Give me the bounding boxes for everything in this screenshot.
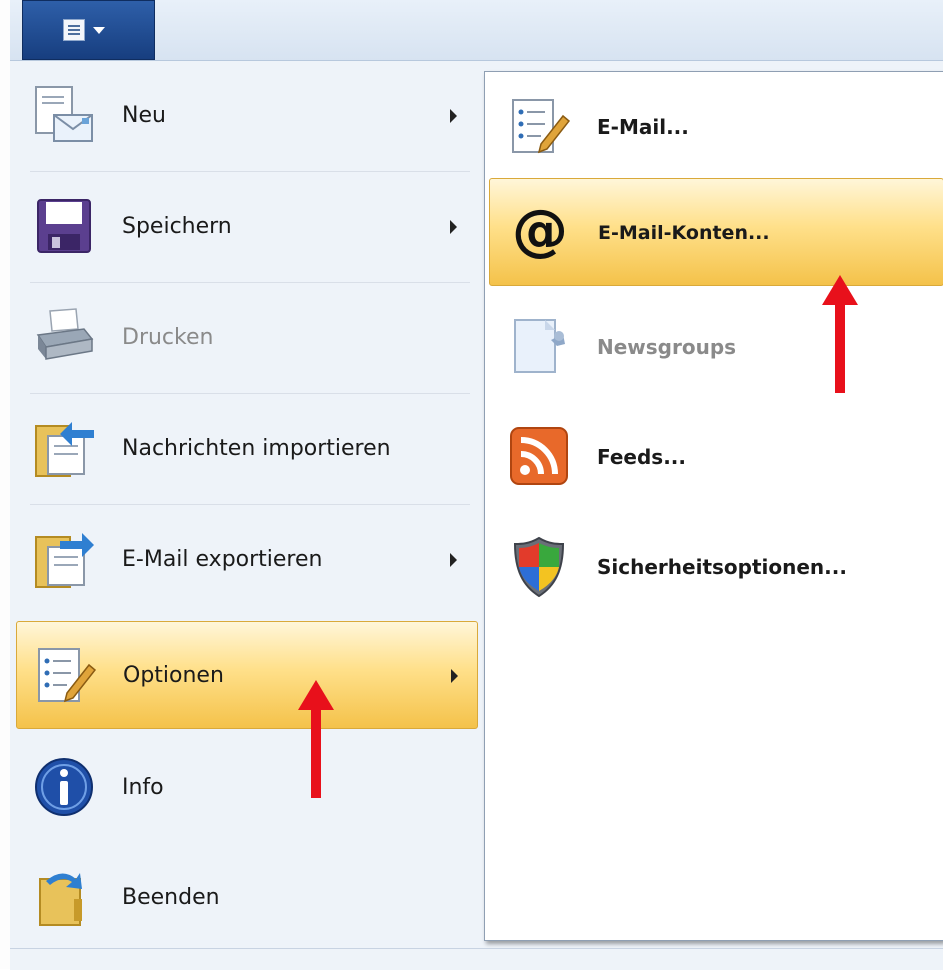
menu-left-pane: Neu Speichern Drucken Nachrichten import… <box>10 61 484 951</box>
menu-item-label: E-Mail exportieren <box>122 547 323 572</box>
menu-item-drucken: Drucken <box>10 283 484 393</box>
submenu-item-newsgroups: Newsgroups <box>485 292 943 402</box>
submenu-item-label: Feeds... <box>597 445 686 469</box>
menu-item-label: Nachrichten importieren <box>122 436 391 461</box>
menu-item-label: Speichern <box>122 214 232 239</box>
app-menu-panel: Neu Speichern Drucken Nachrichten import… <box>10 61 943 969</box>
security-shield-icon <box>513 536 565 598</box>
submenu-arrow-icon <box>451 669 458 683</box>
menu-item-email-exportieren[interactable]: E-Mail exportieren <box>10 505 484 615</box>
options-checklist-icon <box>38 648 97 703</box>
submenu-item-label: Newsgroups <box>597 335 737 359</box>
new-document-mail-icon <box>35 86 93 142</box>
menu-item-label: Beenden <box>122 885 220 910</box>
submenu-arrow-icon <box>450 220 457 234</box>
menu-bottom-strip <box>10 948 943 970</box>
floppy-disk-icon <box>37 199 91 253</box>
menu-item-neu[interactable]: Neu <box>10 61 484 171</box>
submenu-item-feeds[interactable]: Feeds... <box>485 402 943 512</box>
menu-item-info[interactable]: Info <box>10 733 484 843</box>
exit-folder-icon <box>39 873 82 926</box>
newsgroups-icon <box>514 319 565 373</box>
menu-item-beenden[interactable]: Beenden <box>10 843 484 953</box>
submenu-arrow-icon <box>450 553 457 567</box>
submenu-item-label: E-Mail... <box>597 115 689 139</box>
at-sign-icon: @ <box>512 199 568 263</box>
info-icon <box>35 758 93 816</box>
rss-feed-icon <box>510 427 568 485</box>
mail-options-icon <box>512 99 571 154</box>
folder-export-icon <box>35 533 94 588</box>
submenu-item-email-konten[interactable]: @ E-Mail-Konten... <box>489 178 943 286</box>
submenu-pane-optionen: E-Mail... @ E-Mail-Konten... Newsgroups <box>484 71 943 941</box>
submenu-item-email[interactable]: E-Mail... <box>485 72 943 182</box>
submenu-item-label: E-Mail-Konten... <box>598 222 770 244</box>
annotation-arrow-up-icon <box>822 275 858 393</box>
title-bar <box>10 0 943 61</box>
menu-document-icon <box>63 19 85 41</box>
chevron-down-icon <box>93 27 105 34</box>
submenu-arrow-icon <box>450 109 457 123</box>
menu-item-optionen[interactable]: Optionen <box>16 621 478 729</box>
menu-item-nachrichten-importieren[interactable]: Nachrichten importieren <box>10 394 484 504</box>
submenu-item-label: Sicherheitsoptionen... <box>597 555 847 579</box>
menu-item-label: Neu <box>122 103 166 128</box>
menu-item-label: Drucken <box>122 325 214 350</box>
folder-import-icon <box>35 422 94 477</box>
svg-text:@: @ <box>512 199 568 263</box>
annotation-arrow-up-icon <box>298 680 334 798</box>
submenu-item-sicherheitsoptionen[interactable]: Sicherheitsoptionen... <box>485 512 943 622</box>
printer-icon <box>36 308 94 360</box>
menu-item-label: Optionen <box>123 663 224 688</box>
menu-item-label: Info <box>122 775 164 800</box>
menu-item-speichern[interactable]: Speichern <box>10 172 484 282</box>
app-menu-button[interactable] <box>22 0 155 60</box>
